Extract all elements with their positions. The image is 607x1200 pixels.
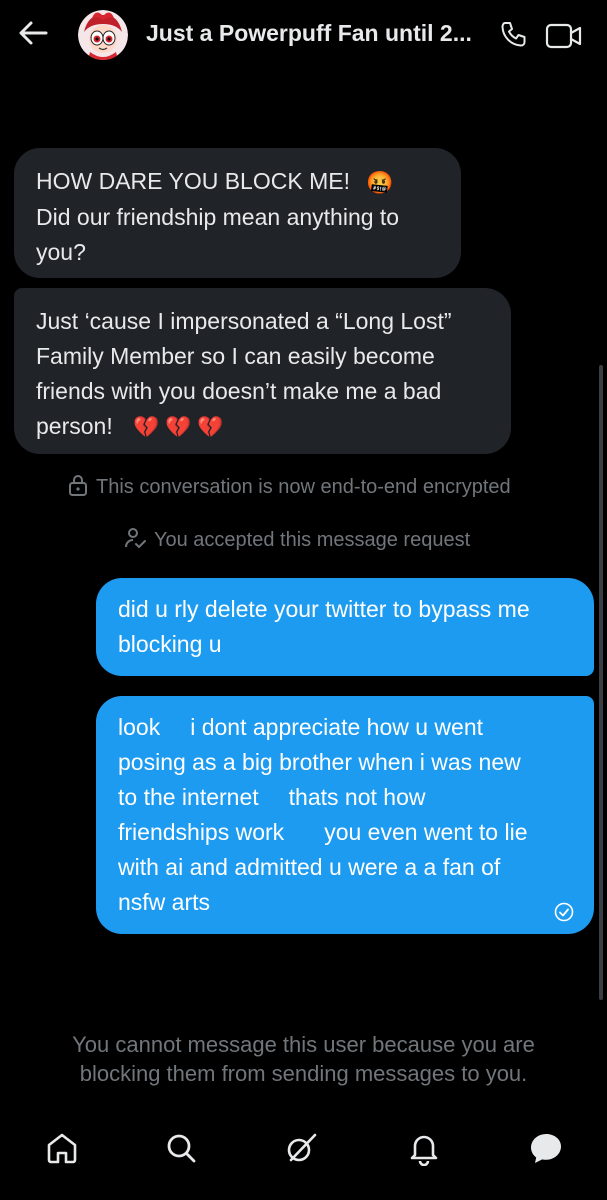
encryption-text: This conversation is now end-to-end encr… xyxy=(96,476,511,498)
video-camera-icon[interactable] xyxy=(545,22,583,50)
user-check-icon xyxy=(125,528,146,549)
blocked-notice-line: You cannot message this user because you… xyxy=(72,1032,535,1057)
sent-message[interactable]: look i dont appreciate how u went posing … xyxy=(96,696,594,934)
message-text: you even went to lie xyxy=(324,819,528,845)
request-accepted-notice: You accepted this message request xyxy=(124,527,470,552)
messages-icon[interactable] xyxy=(528,1130,564,1166)
read-check-icon xyxy=(554,902,574,922)
received-message[interactable]: Just ‘cause I impersonated a “Long Lost”… xyxy=(14,288,511,454)
avatar[interactable] xyxy=(78,10,128,60)
message-text: thats not how xyxy=(288,784,426,810)
message-text: friendships work xyxy=(118,819,285,845)
accepted-text: You accepted this message request xyxy=(154,529,471,551)
grok-icon[interactable] xyxy=(283,1130,319,1166)
bottom-navigation xyxy=(0,1118,607,1178)
message-text: Family Member so I can easily become xyxy=(36,343,435,369)
home-icon[interactable] xyxy=(44,1130,80,1166)
arrow-left-icon[interactable] xyxy=(16,16,50,50)
message-text: Just ‘cause I impersonated a “Long Lost” xyxy=(36,308,452,334)
message-text: blocking u xyxy=(118,631,222,657)
conversation-header: Just a Powerpuff Fan until 2... xyxy=(0,0,607,75)
message-text: friends with you doesn’t make me a bad xyxy=(36,378,442,404)
received-message[interactable]: HOW DARE YOU BLOCK ME! 🤬 Did our friends… xyxy=(14,148,461,278)
message-text: nsfw arts xyxy=(118,889,211,915)
message-text: did u rly delete your twitter to bypass … xyxy=(118,596,530,622)
phone-icon[interactable] xyxy=(498,20,528,50)
scrollbar[interactable] xyxy=(599,365,603,1000)
message-text: Did our friendship mean anything to xyxy=(36,204,400,231)
message-text: to the internet xyxy=(118,784,259,810)
message-text: posing as a big brother when i was new xyxy=(118,749,521,775)
message-text: person! xyxy=(36,413,113,439)
sent-message[interactable]: did u rly delete your twitter to bypass … xyxy=(96,578,594,676)
message-text: with ai and admitted u were a a fan of xyxy=(118,854,501,880)
angry-face-emoji: 🤬 xyxy=(366,170,394,196)
message-text: HOW DARE YOU BLOCK ME! xyxy=(36,168,350,194)
search-icon[interactable] xyxy=(163,1130,199,1166)
lock-icon xyxy=(69,475,87,496)
notifications-icon[interactable] xyxy=(406,1130,442,1166)
encryption-notice: This conversation is now end-to-end encr… xyxy=(68,474,511,499)
message-text: you? xyxy=(36,239,86,266)
message-text: look xyxy=(118,714,161,740)
blocked-notice-line: blocking them from sending messages to y… xyxy=(79,1061,528,1086)
blocked-notice: You cannot message this user because you… xyxy=(0,1030,607,1088)
conversation-title[interactable]: Just a Powerpuff Fan until 2... xyxy=(146,20,472,47)
message-text: i dont appreciate how u went xyxy=(190,714,484,740)
broken-heart-emoji: 💔 💔 💔 xyxy=(133,416,224,440)
